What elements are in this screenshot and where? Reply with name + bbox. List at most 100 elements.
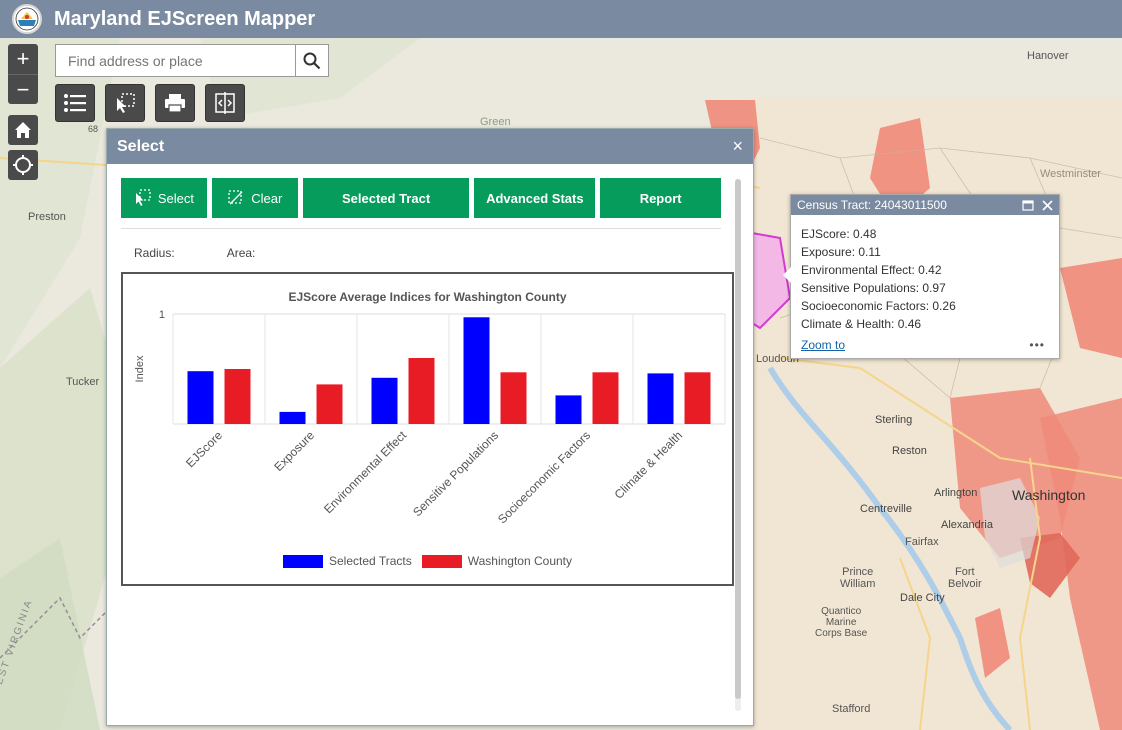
selected-tract-button[interactable]: Selected Tract [302,178,470,218]
map-label-arlington: Arlington [934,487,978,499]
legend-label-washington-county: Washington County [467,554,572,568]
x-tick-label: Climate & Health [612,428,686,502]
bar-washington-county [316,384,343,424]
map-label-tucker: Tucker [66,376,100,388]
legend-swatch-selected-tracts [283,554,323,568]
bar-washington-county [224,369,251,424]
map-label-washington: Washington [1012,487,1086,503]
popup-row-exposure: Exposure: 0.11 [801,245,881,259]
divider [121,228,721,229]
radius-label: Radius: [134,246,175,260]
map-label-sterling: Sterling [875,414,913,426]
bar-selected-tracts [371,377,398,424]
map-label-westminster: Westminster [1040,168,1101,180]
map-label-fort-belvoir: Fort Belvoir [948,566,982,590]
home-icon [15,122,31,138]
list-icon [64,94,86,112]
zoom-in-button[interactable]: + [8,44,38,74]
y-tick-label: 1 [159,309,165,321]
clear-selection-icon [228,190,243,205]
bar-washington-county [684,372,711,424]
layer-list-button[interactable] [55,84,95,122]
action-button-row: Select Clear Selected Tract Advanced Sta… [121,178,722,218]
bar-selected-tracts [463,317,490,424]
select-button[interactable]: Select [121,178,207,218]
bar-selected-tracts [187,371,214,424]
select-panel: Select × Select Clear Selected Tract Adv… [106,128,754,726]
more-options-icon[interactable]: ••• [1029,338,1045,352]
close-icon[interactable] [1042,199,1053,211]
home-button[interactable] [8,115,38,145]
zoom-to-link[interactable]: Zoom to [801,338,845,352]
bar-washington-county [408,358,435,424]
maryland-logo [12,4,42,34]
x-tick-label: EJScore [183,428,225,470]
chart-container: EJScore Average Indices for Washington C… [121,272,734,586]
print-icon [165,94,185,113]
select-button-label: Select [157,190,194,206]
select-tool-button[interactable] [105,84,145,122]
maximize-icon[interactable] [1022,199,1034,211]
print-button[interactable] [155,84,195,122]
map-label-alexandria: Alexandria [941,519,993,531]
search-button[interactable] [295,45,328,76]
app-title: Maryland EJScreen Mapper [54,7,316,30]
map-label-dale-city: Dale City [900,592,945,604]
popup-row-ejscore: EJScore: 0.48 [801,227,877,241]
legend-label-selected-tracts: Selected Tracts [329,554,412,568]
popup-tools [1022,199,1053,211]
panel-body: Select Clear Selected Tract Advanced Sta… [107,164,735,725]
clear-button[interactable]: Clear [211,178,298,218]
map-label-hanover: Hanover [1027,50,1069,62]
report-button[interactable]: Report [600,178,722,218]
area-label: Area: [226,246,256,260]
popup-title: Census Tract: 24043011500 [797,198,947,212]
popup-row-sensitive-populations: Sensitive Populations: 0.97 [801,281,946,295]
legend-item-selected-tracts[interactable]: Selected Tracts [283,554,412,568]
popup-body: EJScore: 0.48 Exposure: 0.11 Environment… [791,215,1059,333]
measurement-row: Radius: Area: [121,246,721,260]
chart-legend: Selected Tracts Washington County [123,554,732,568]
legend-swatch-washington-county [421,554,462,568]
map-label-centreville: Centreville [860,503,912,515]
swipe-button[interactable] [205,84,245,122]
x-tick-label: Sensitive Populations [410,428,501,519]
zoom-out-button[interactable]: − [8,74,38,104]
popup-pointer [783,267,791,283]
search-icon [303,52,321,69]
map-label-fairfax: Fairfax [905,536,939,548]
bar-washington-county [500,372,527,424]
bar-chart: 1 Index EJScore Exposure Environmental Effec… [134,309,726,526]
popup-footer: Zoom to ••• [801,338,1045,352]
advanced-stats-button[interactable]: Advanced Stats [474,178,596,218]
y-axis-label: Index [134,355,146,382]
bar-selected-tracts [555,395,582,424]
x-tick-label: Exposure [271,428,317,474]
popup-header: Census Tract: 24043011500 [791,195,1059,215]
search-box [55,44,329,77]
select-cursor-icon [135,189,151,206]
locate-icon [13,155,33,175]
popup-row-environmental-effect: Environmental Effect: 0.42 [801,263,942,277]
panel-scrollbar[interactable] [735,179,741,711]
x-tick-label: Socioeconomic Factors [495,428,593,526]
panel-close-button[interactable]: × [732,136,743,157]
bar-selected-tracts [279,411,306,424]
legend-item-washington-county[interactable]: Washington County [421,554,572,568]
select-cursor-icon [117,93,135,113]
clear-button-label: Clear [251,190,283,206]
search-input[interactable] [56,45,295,76]
bar-washington-county [592,372,619,424]
locate-button[interactable] [8,150,38,180]
swipe-icon [215,92,235,114]
popup-row-socioeconomic-factors: Socioeconomic Factors: 0.26 [801,299,956,313]
panel-header: Select × [107,129,753,164]
map-label-route-68: 68 [88,124,99,134]
popup-row-climate-health: Climate & Health: 0.46 [801,317,922,331]
bar-selected-tracts [647,373,674,424]
map-label-stafford: Stafford [832,703,871,715]
map-label-reston: Reston [892,445,927,457]
census-tract-popup: Census Tract: 24043011500 EJScore: 0.48 … [783,194,1060,359]
map-label-quantico: Quantico Marine Corps Base [815,606,868,639]
x-tick-label: Environmental Effect [321,428,410,517]
